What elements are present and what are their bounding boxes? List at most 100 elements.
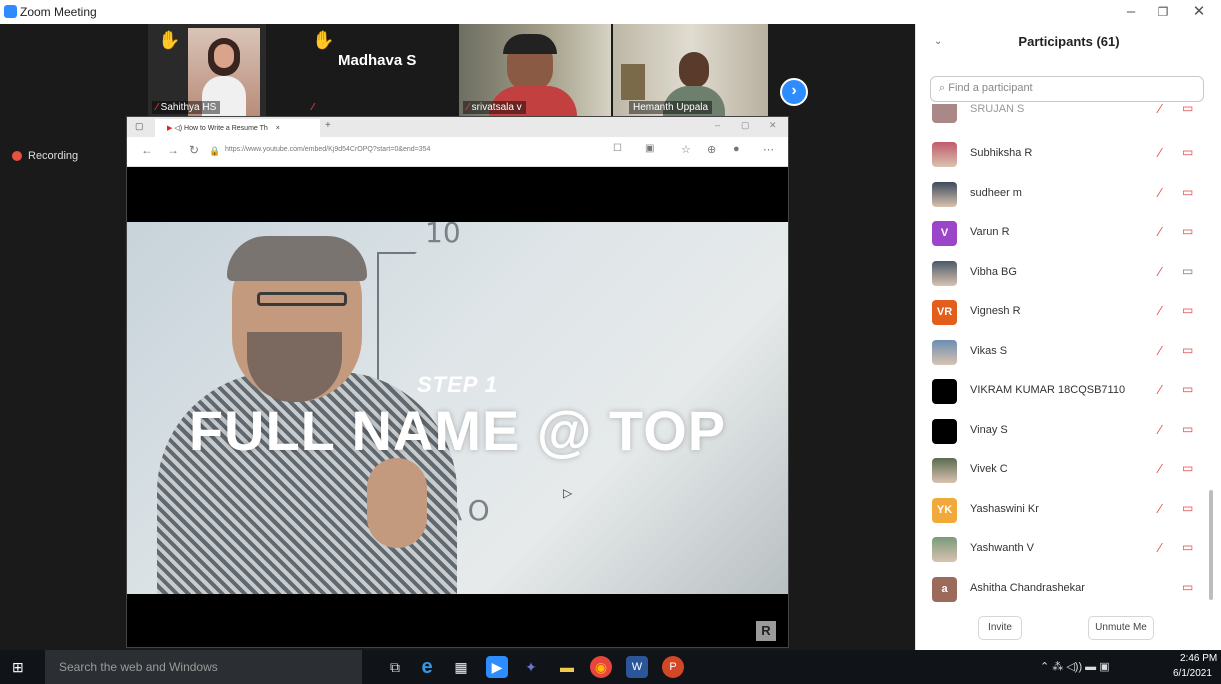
participant-name: ⁄ Sahithya HS	[152, 101, 221, 114]
whiteboard-text-top: 10	[425, 222, 461, 249]
more-icon[interactable]: ⋯	[763, 143, 774, 156]
participant-row[interactable]: Yashwanth V ⁄ ▭	[916, 529, 1216, 569]
video-tile-madhava[interactable]: ✋ Madhava S ⁄	[304, 24, 452, 116]
participant-avatar: a	[932, 576, 957, 602]
video-off-icon: ▭	[1182, 500, 1194, 515]
participant-name: SRUJAN S	[970, 104, 1025, 115]
participant-avatar	[932, 339, 957, 365]
muted-mic-icon: ⁄	[1159, 540, 1162, 555]
taskbar-search-placeholder: Search the web and Windows	[59, 660, 218, 674]
participant-row[interactable]: Vivek C ⁄ ▭	[916, 450, 1216, 490]
forward-icon[interactable]: →	[167, 143, 179, 157]
participant-name: Vinay S	[970, 423, 1008, 436]
participant-row[interactable]: Subhiksha R ⁄ ▭	[916, 134, 1216, 174]
file-explorer-icon[interactable]: ▬	[556, 656, 578, 678]
reload-icon[interactable]: ↻	[189, 143, 199, 157]
extension-icon[interactable]: ▣	[645, 143, 654, 154]
participant-avatar	[932, 260, 957, 286]
participants-title: Participants (61)	[1018, 34, 1120, 49]
muted-mic-icon: ⁄	[1159, 421, 1162, 437]
edge-icon[interactable]: e	[416, 656, 438, 678]
system-tray-icons[interactable]: ⌃ ⁂ ◁)) ▬ ▣	[1040, 660, 1110, 673]
tab-title: How to Write a Resume Th	[184, 125, 268, 132]
participant-row[interactable]: VR Vignesh R ⁄ ▭	[916, 292, 1216, 332]
chevron-right-icon: ›	[791, 82, 797, 99]
video-tile-hemanth[interactable]: Hemanth Uppala	[613, 24, 768, 116]
participant-row[interactable]: Vibha BG ⁄ ▭	[916, 253, 1216, 293]
participant-row[interactable]: VIKRAM KUMAR 18CQSB7110 ⁄ ▭	[916, 371, 1216, 411]
favorites-icon[interactable]: ☆	[681, 143, 691, 156]
muted-mic-icon: ⁄	[156, 102, 158, 113]
participant-row[interactable]: sudheer m ⁄ ▭	[916, 174, 1216, 214]
participant-row[interactable]: YK Yashaswini Kr ⁄ ▭	[916, 490, 1216, 530]
windows-start-icon[interactable]: ⊞	[12, 659, 24, 676]
title-bar: Zoom Meeting – ❐ ✕	[0, 0, 1221, 24]
taskbar-search-box[interactable]: Search the web and Windows	[45, 650, 362, 684]
clock-date[interactable]: 6/1/2021	[1173, 668, 1212, 679]
muted-mic-icon: ⁄	[312, 102, 314, 113]
participants-scrollbar[interactable]	[1209, 490, 1213, 600]
muted-mic-icon: ⁄	[1159, 382, 1162, 397]
muted-mic-icon: ⁄	[1159, 461, 1162, 476]
youtube-video-frame[interactable]: 10 AO STEP 1 FULL NAME @ TOP ▷	[127, 222, 788, 594]
participant-name: ⁄ srivatsala v	[463, 101, 526, 114]
participant-name: sudheer m	[970, 186, 1022, 199]
video-off-icon: ▭	[1182, 421, 1194, 436]
participant-name: Vivek C	[970, 463, 1008, 475]
participant-row[interactable]: V Varun R ⁄ ▭	[916, 213, 1216, 253]
video-off-icon: ▭	[1182, 342, 1194, 357]
tab-close-icon[interactable]: ×	[276, 125, 280, 132]
reading-view-icon[interactable]: ☐	[613, 143, 622, 154]
participant-name: VIKRAM KUMAR 18CQSB7110	[970, 384, 1126, 396]
participant-avatar	[932, 142, 957, 167]
participant-row[interactable]: a Ashitha Chandrashekar ▭	[916, 569, 1216, 603]
participant-name: Subhiksha R	[970, 147, 1033, 159]
teams-icon[interactable]: ✦	[520, 656, 542, 678]
browser-close-icon[interactable]: ✕	[769, 120, 777, 131]
zoom-taskbar-icon[interactable]: ▶	[486, 656, 508, 678]
new-tab-icon[interactable]: +	[325, 120, 331, 131]
clock-time[interactable]: 2:46 PM	[1180, 653, 1217, 664]
participant-avatar: YK	[932, 497, 957, 523]
search-icon: ⌕	[939, 82, 946, 94]
raised-hand-icon: ✋	[158, 30, 181, 50]
store-icon[interactable]: ▦	[450, 656, 472, 678]
recording-indicator[interactable]: Recording	[12, 150, 78, 162]
chrome-icon[interactable]: ◉	[590, 656, 612, 678]
video-off-icon: ▭	[1182, 145, 1194, 159]
restore-button[interactable]: ❐	[1148, 3, 1178, 21]
video-off-icon: ▭	[1182, 104, 1194, 115]
window-title: Zoom Meeting	[20, 5, 97, 19]
profile-icon[interactable]: ●	[733, 143, 740, 155]
participant-row-truncated[interactable]: SRUJAN S ⁄ ▭	[916, 104, 1216, 130]
invite-button[interactable]: Invite	[978, 616, 1022, 640]
collections-icon[interactable]: ⊕	[707, 143, 716, 156]
next-page-button[interactable]: ›	[780, 78, 808, 106]
muted-mic-icon: ⁄	[1159, 303, 1162, 318]
participants-list: SRUJAN S ⁄ ▭ Subhiksha R ⁄ ▭ sudheer m ⁄ ▭ V Va…	[916, 104, 1216, 602]
participant-search-input[interactable]: ⌕ Find a participant	[930, 76, 1204, 102]
video-headline: FULL NAME @ TOP	[188, 399, 727, 462]
close-button[interactable]: ✕	[1184, 3, 1214, 21]
participant-row[interactable]: Vikas S ⁄ ▭	[916, 332, 1216, 372]
presenter-hand	[367, 458, 427, 548]
participant-row[interactable]: Vinay S ⁄ ▭	[916, 411, 1216, 451]
unmute-me-button[interactable]: Unmute Me	[1088, 616, 1154, 640]
minimize-button[interactable]: –	[1116, 3, 1146, 21]
browser-maximize-icon[interactable]: ▢	[741, 120, 750, 131]
browser-tab[interactable]: ▶ ◁) How to Write a Resume Th ×	[155, 119, 320, 137]
word-icon[interactable]: W	[626, 656, 648, 678]
powerpoint-icon[interactable]: P	[662, 656, 684, 678]
video-off-icon: ▭	[1182, 382, 1194, 396]
browser-minimize-icon[interactable]: –	[715, 120, 720, 130]
video-tile-srivatsala[interactable]: ⁄ srivatsala v	[459, 24, 611, 116]
url-text[interactable]: https://www.youtube.com/embed/Kj9d54CrOP…	[225, 146, 430, 153]
video-watermark-logo: R	[756, 621, 776, 641]
task-view-icon[interactable]: ⧉	[384, 656, 406, 678]
muted-mic-icon: ⁄	[1159, 500, 1162, 516]
participant-name: Ashitha Chandrashekar	[970, 581, 1085, 594]
video-tile-sahithya[interactable]: ✋ ⁄ Sahithya HS	[148, 24, 266, 116]
participant-name: Yashaswini Kr	[970, 502, 1039, 515]
tab-actions-icon[interactable]: ▢	[135, 121, 144, 132]
back-icon[interactable]: ←	[141, 143, 153, 157]
